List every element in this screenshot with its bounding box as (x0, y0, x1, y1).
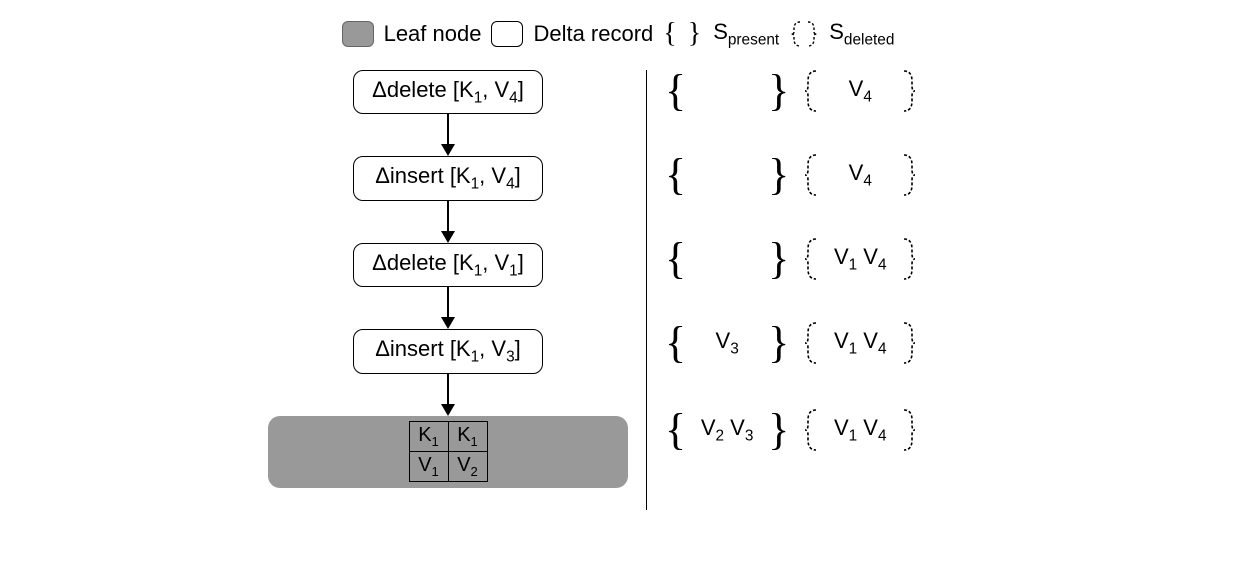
dashed-braces-icon (789, 20, 819, 48)
column-divider (646, 70, 647, 510)
s-present-label: Spresent (713, 19, 779, 49)
s-present-set: {V3} (665, 325, 789, 360)
delta-record-swatch (491, 21, 523, 47)
leaf-node-swatch (342, 21, 374, 47)
set-row: {V3} V1 V4 (665, 322, 917, 364)
solid-braces-icon: { } (663, 18, 703, 50)
delta-record-label: Delta record (533, 21, 653, 47)
leaf-node-label: Leaf node (384, 21, 482, 47)
s-present-set: {} (665, 157, 789, 192)
s-deleted-set: V1 V4 (803, 321, 917, 365)
delta-record-box: Δdelete [K1, V4] (353, 70, 543, 114)
s-deleted-set: V1 V4 (803, 408, 917, 452)
arrow-down-icon (441, 374, 455, 416)
s-present-set: {V2 V3} (665, 412, 789, 447)
leaf-cell: K1V2 (449, 421, 488, 482)
set-row: {} V4 (665, 154, 917, 196)
s-deleted-set: V4 (803, 153, 917, 197)
s-present-set: {} (665, 73, 789, 108)
delta-record-box: Δdelete [K1, V1] (353, 243, 543, 287)
sets-column: {} V4 {} V4 {} V1 V4 {V3} V1 V4 {V2 V3} V1 V4 (665, 70, 917, 466)
leaf-node: K1V1K1V2 (268, 416, 628, 488)
set-row: {} V4 (665, 70, 917, 112)
s-deleted-set: V1 V4 (803, 237, 917, 281)
diagram-canvas: Leaf node Delta record { } Spresent Sdel… (268, 18, 968, 510)
s-deleted-label: Sdeleted (829, 19, 894, 49)
leaf-cell: K1V1 (409, 421, 449, 482)
s-deleted-set: V4 (803, 69, 917, 113)
s-present-set: {} (665, 241, 789, 276)
delta-chain-column: Δdelete [K1, V4] Δinsert [K1, V4] Δdelete … (268, 70, 628, 488)
set-row: {} V1 V4 (665, 238, 917, 280)
legend: Leaf node Delta record { } Spresent Sdel… (268, 18, 968, 50)
delta-record-box: Δinsert [K1, V3] (353, 329, 543, 373)
arrow-down-icon (441, 114, 455, 156)
delta-record-box: Δinsert [K1, V4] (353, 156, 543, 200)
arrow-down-icon (441, 201, 455, 243)
set-row: {V2 V3} V1 V4 (665, 394, 917, 466)
arrow-down-icon (441, 287, 455, 329)
